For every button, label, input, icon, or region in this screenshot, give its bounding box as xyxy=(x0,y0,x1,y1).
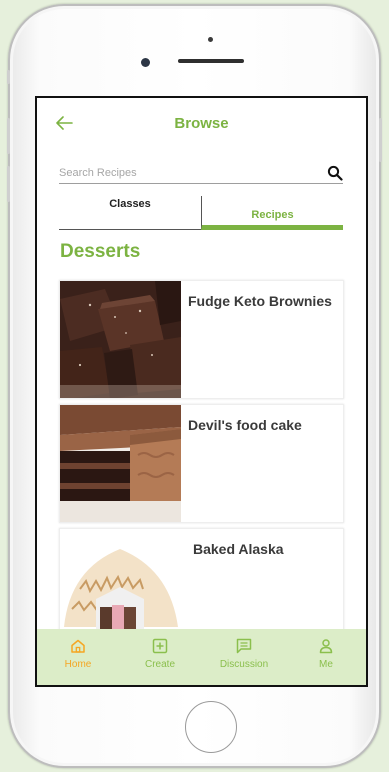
top-bar: Browse xyxy=(37,98,366,150)
search-input[interactable] xyxy=(59,164,309,182)
tab-recipes-label: Recipes xyxy=(251,209,294,221)
recipe-title: Fudge Keto Brownies xyxy=(188,293,332,309)
search-bar xyxy=(59,164,343,184)
app-screen: Browse Classes Recipes Desserts xyxy=(35,96,368,687)
nav-label-home: Home xyxy=(64,659,92,670)
nav-item-home[interactable]: Home xyxy=(43,637,113,670)
recipe-card[interactable]: Devil's food cake xyxy=(59,404,344,523)
mute-switch xyxy=(7,70,10,84)
tab-recipes[interactable]: Recipes xyxy=(201,196,343,230)
nav-label-discussion: Discussion xyxy=(219,659,269,670)
recipe-title: Baked Alaska xyxy=(193,541,284,557)
earpiece-speaker xyxy=(178,59,244,63)
nav-item-me[interactable]: Me xyxy=(291,637,361,670)
volume-up-button xyxy=(7,118,10,154)
person-icon xyxy=(319,639,333,654)
power-button xyxy=(379,118,382,162)
tab-classes[interactable]: Classes xyxy=(59,196,201,230)
section-title: Desserts xyxy=(60,241,141,262)
recipe-title: Devil's food cake xyxy=(188,417,302,433)
page-title: Browse xyxy=(174,115,229,132)
nav-label-create: Create xyxy=(144,659,175,670)
chat-icon xyxy=(236,638,252,654)
home-icon xyxy=(71,639,85,653)
add-square-icon xyxy=(152,638,168,654)
front-camera xyxy=(141,58,150,67)
volume-down-button xyxy=(7,166,10,202)
sensor-dot xyxy=(208,37,213,42)
home-button[interactable] xyxy=(185,701,237,753)
search-icon[interactable] xyxy=(327,165,343,181)
nav-label-me: Me xyxy=(319,659,333,670)
bottom-navigation: Home Create Discussion Me xyxy=(37,629,366,685)
nav-item-create[interactable]: Create xyxy=(125,637,195,670)
nav-item-discussion[interactable]: Discussion xyxy=(209,637,279,670)
tab-classes-label: Classes xyxy=(109,198,151,210)
recipe-card[interactable]: Fudge Keto Brownies xyxy=(59,280,344,399)
brownies-photo xyxy=(60,281,181,398)
chocolate-cake-photo xyxy=(60,405,181,522)
